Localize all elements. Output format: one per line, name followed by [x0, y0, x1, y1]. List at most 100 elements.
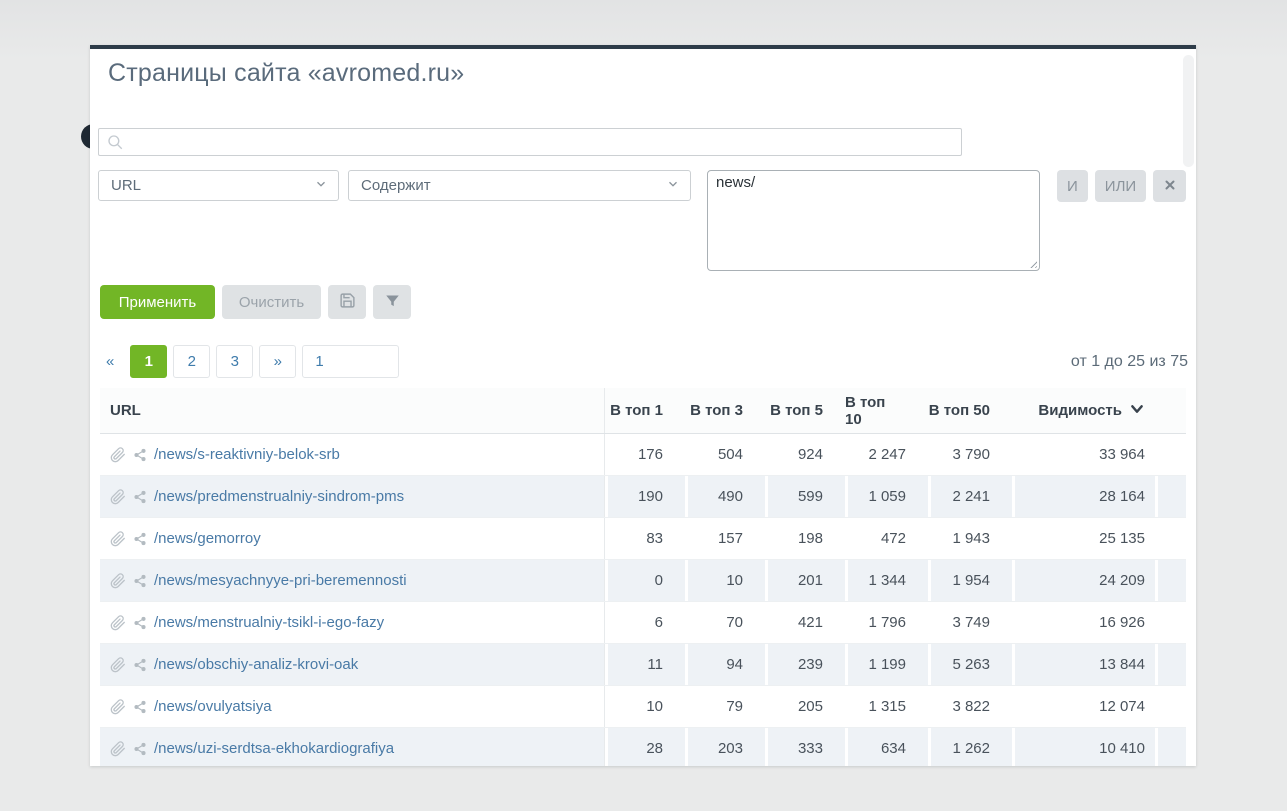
filter-operator-select[interactable]: Содержит: [348, 170, 691, 201]
cell-top10: 472: [845, 518, 928, 559]
filter-button[interactable]: [373, 285, 411, 319]
filter-value-textarea[interactable]: news/: [707, 170, 1040, 271]
cell-top50: 1 943: [928, 518, 1012, 559]
share-icon[interactable]: [133, 574, 147, 588]
paperclip-icon[interactable]: [110, 531, 126, 547]
cell-top3: 94: [685, 644, 765, 685]
search-input[interactable]: [124, 130, 961, 154]
url-link[interactable]: /news/uzi-serdtsa-ekhokardiografiya: [154, 740, 394, 757]
pagination-next[interactable]: »: [259, 345, 296, 378]
close-icon: [1164, 178, 1176, 195]
cell-top10: 2 247: [845, 434, 928, 475]
cell-top50: 1 954: [928, 560, 1012, 601]
cell-top5: 333: [765, 728, 845, 766]
cell-top3: 157: [685, 518, 765, 559]
cell-extra: [1155, 686, 1186, 727]
table-row: /news/s-reaktivniy-belok-srb 176 504 924…: [100, 434, 1186, 475]
url-link[interactable]: /news/gemorroy: [154, 530, 261, 547]
cell-top10: 1 796: [845, 602, 928, 643]
column-header-url[interactable]: URL: [100, 388, 605, 433]
panel-top-border: [90, 45, 1196, 49]
table-body: /news/s-reaktivniy-belok-srb 176 504 924…: [100, 434, 1186, 766]
remove-filter-button[interactable]: [1153, 170, 1186, 202]
scrollbar-thumb[interactable]: [1183, 55, 1194, 167]
share-icon[interactable]: [133, 448, 147, 462]
cell-top5: 198: [765, 518, 845, 559]
pagination-prev[interactable]: «: [106, 353, 114, 370]
cell-extra: [1155, 518, 1186, 559]
cell-visibility: 10 410: [1012, 728, 1155, 766]
apply-button[interactable]: Применить: [100, 285, 215, 319]
cell-top5: 924: [765, 434, 845, 475]
cell-top50: 3 749: [928, 602, 1012, 643]
paperclip-icon[interactable]: [110, 699, 126, 715]
cell-top3: 490: [685, 476, 765, 517]
save-filter-button[interactable]: [328, 285, 366, 319]
or-button[interactable]: ИЛИ: [1095, 170, 1146, 202]
paperclip-icon[interactable]: [110, 657, 126, 673]
url-link[interactable]: /news/predmenstrualniy-sindrom-pms: [154, 488, 404, 505]
filter-field-select[interactable]: URL: [98, 170, 339, 201]
table-row: /news/mesyachnyye-pri-beremennosti 0 10 …: [100, 559, 1186, 601]
content-panel: Страницы сайта «avromed.ru» URL Содержит…: [90, 45, 1196, 766]
cell-visibility: 28 164: [1012, 476, 1155, 517]
pagination-page-2[interactable]: 2: [173, 345, 210, 378]
pagination: « 1 2 3 »: [100, 345, 399, 378]
cell-top10: 1 344: [845, 560, 928, 601]
cell-visibility: 16 926: [1012, 602, 1155, 643]
cell-top3: 10: [685, 560, 765, 601]
cell-top1: 10: [605, 686, 685, 727]
cell-top50: 3 822: [928, 686, 1012, 727]
url-cell: /news/uzi-serdtsa-ekhokardiografiya: [100, 728, 605, 766]
paperclip-icon[interactable]: [110, 615, 126, 631]
url-link[interactable]: /news/obschiy-analiz-krovi-oak: [154, 656, 358, 673]
column-header-visibility[interactable]: Видимость: [1012, 388, 1155, 433]
and-button[interactable]: И: [1057, 170, 1088, 202]
share-icon[interactable]: [133, 700, 147, 714]
cell-top50: 2 241: [928, 476, 1012, 517]
clear-button[interactable]: Очистить: [222, 285, 321, 319]
pagination-page-1[interactable]: 1: [130, 345, 167, 378]
pagination-page-3[interactable]: 3: [216, 345, 253, 378]
cell-top50: 1 262: [928, 728, 1012, 766]
cell-visibility: 13 844: [1012, 644, 1155, 685]
paperclip-icon[interactable]: [110, 741, 126, 757]
column-header-top3[interactable]: В топ 3: [685, 388, 765, 433]
share-icon[interactable]: [133, 532, 147, 546]
url-cell: /news/menstrualniy-tsikl-i-ego-fazy: [100, 602, 605, 643]
cell-extra: [1155, 644, 1186, 685]
cell-extra: [1155, 434, 1186, 475]
paperclip-icon[interactable]: [110, 447, 126, 463]
cell-extra: [1155, 476, 1186, 517]
cell-top1: 0: [605, 560, 685, 601]
cell-top5: 205: [765, 686, 845, 727]
url-link[interactable]: /news/s-reaktivniy-belok-srb: [154, 446, 340, 463]
url-link[interactable]: /news/mesyachnyye-pri-beremennosti: [154, 572, 407, 589]
cell-top10: 634: [845, 728, 928, 766]
url-link[interactable]: /news/menstrualniy-tsikl-i-ego-fazy: [154, 614, 384, 631]
results-table: URL В топ 1 В топ 3 В топ 5 В топ 10 В т…: [100, 388, 1186, 766]
search-icon: [106, 133, 124, 151]
cell-top1: 190: [605, 476, 685, 517]
share-icon[interactable]: [133, 742, 147, 756]
cell-top1: 83: [605, 518, 685, 559]
search-box: [98, 128, 962, 156]
column-header-top5[interactable]: В топ 5: [765, 388, 845, 433]
column-header-top50[interactable]: В топ 50: [928, 388, 1012, 433]
cell-top5: 421: [765, 602, 845, 643]
cell-top3: 203: [685, 728, 765, 766]
chevron-down-icon: [666, 177, 680, 195]
table-row: /news/obschiy-analiz-krovi-oak 11 94 239…: [100, 643, 1186, 685]
page-number-input[interactable]: [302, 345, 399, 378]
share-icon[interactable]: [133, 658, 147, 672]
share-icon[interactable]: [133, 616, 147, 630]
cell-top5: 599: [765, 476, 845, 517]
share-icon[interactable]: [133, 490, 147, 504]
column-header-top10[interactable]: В топ 10: [845, 388, 928, 433]
cell-top1: 6: [605, 602, 685, 643]
paperclip-icon[interactable]: [110, 489, 126, 505]
column-header-top1[interactable]: В топ 1: [605, 388, 685, 433]
filter-toolbar: Применить Очистить: [100, 285, 411, 319]
paperclip-icon[interactable]: [110, 573, 126, 589]
url-link[interactable]: /news/ovulyatsiya: [154, 698, 272, 715]
